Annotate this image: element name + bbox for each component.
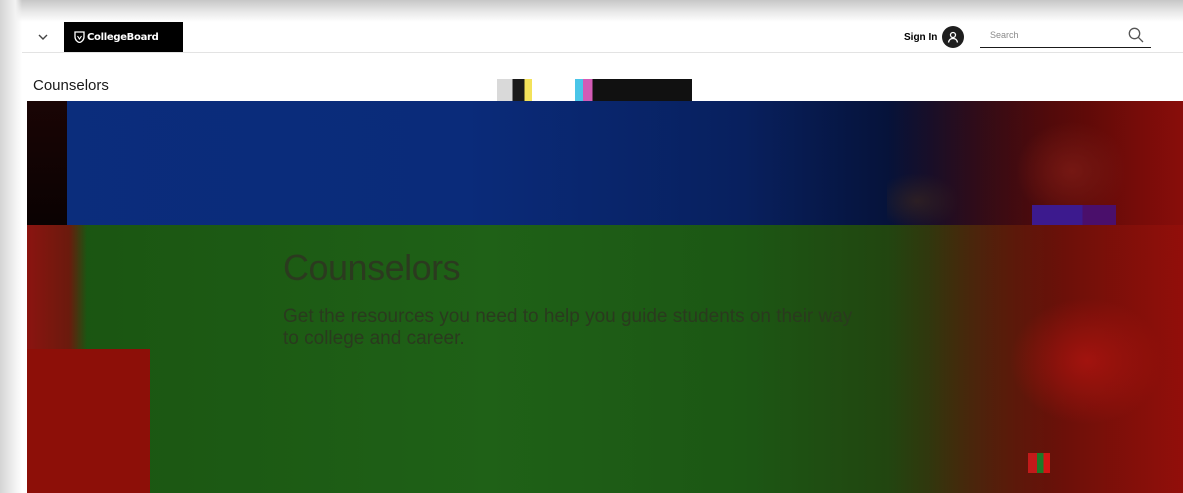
user-icon xyxy=(948,31,959,43)
sign-in-label: Sign In xyxy=(904,31,938,43)
page-title: Counselors xyxy=(33,77,109,94)
hero-photo xyxy=(887,101,1183,493)
search-icon[interactable] xyxy=(1127,26,1145,44)
search-input[interactable] xyxy=(980,24,1130,46)
menu-toggle-button[interactable] xyxy=(22,22,64,52)
chevron-down-icon xyxy=(38,34,48,40)
hero-subtitle: Get the resources you need to help you g… xyxy=(283,306,853,349)
hero-headline: Counselors xyxy=(283,247,461,288)
avatar xyxy=(942,26,965,48)
search-box xyxy=(980,24,1151,48)
collegeboard-logo-link[interactable]: CollegeBoard xyxy=(64,22,183,52)
hero-purple-mark xyxy=(1032,205,1116,225)
render-artifact xyxy=(497,79,692,101)
hero-accent-mark xyxy=(1028,453,1050,473)
hero-banner: Counselors Get the resources you need to… xyxy=(27,101,1183,493)
global-navbar: CollegeBoard Sign In xyxy=(22,22,1183,53)
window-top-shadow xyxy=(0,0,1183,22)
hero-red-block xyxy=(27,349,150,493)
sign-in-button[interactable]: Sign In xyxy=(904,25,965,49)
browser-viewport: CollegeBoard Sign In Counselors xyxy=(0,0,1183,493)
window-left-shadow xyxy=(0,0,22,493)
acorn-shield-icon xyxy=(74,31,85,43)
brand-name: CollegeBoard xyxy=(87,31,159,43)
hero-left-strip xyxy=(27,101,67,225)
